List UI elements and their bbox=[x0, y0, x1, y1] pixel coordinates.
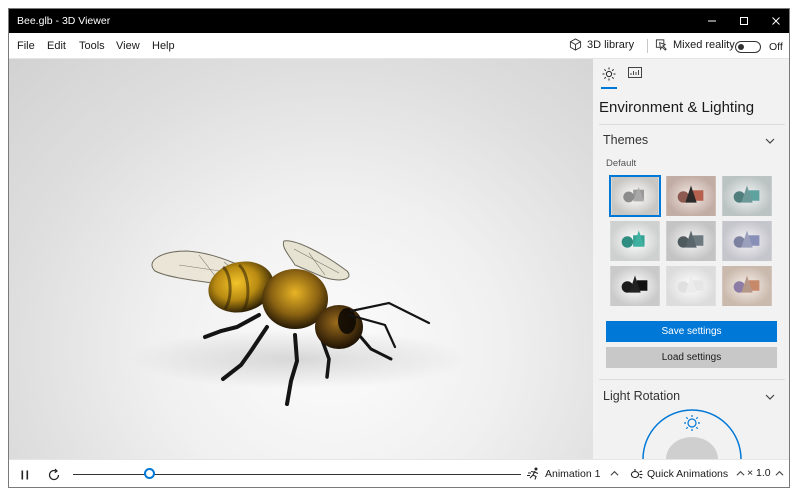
theme-thumbnail[interactable] bbox=[665, 265, 717, 307]
chevron-up-icon bbox=[775, 470, 784, 476]
toggle-knob bbox=[738, 43, 744, 50]
chevron-down-icon[interactable] bbox=[765, 392, 775, 402]
menu-bar: File Edit Tools View Help 3D library Mix… bbox=[9, 33, 789, 59]
quick-animations-icon bbox=[630, 469, 643, 479]
theme-thumbnail[interactable] bbox=[609, 265, 661, 307]
3d-viewport[interactable] bbox=[9, 59, 593, 459]
menu-help[interactable]: Help bbox=[152, 40, 175, 52]
theme-preview-icon bbox=[666, 176, 716, 216]
menu-view[interactable]: View bbox=[116, 40, 140, 52]
theme-preview-icon bbox=[610, 266, 660, 306]
theme-preview-icon bbox=[722, 221, 772, 261]
3d-library-button[interactable]: 3D library bbox=[569, 38, 634, 51]
close-icon bbox=[772, 17, 780, 25]
theme-preview-icon bbox=[666, 266, 716, 306]
app-window: Bee.glb - 3D Viewer File Edit Tools View… bbox=[8, 8, 790, 488]
themes-section-header[interactable]: Themes bbox=[603, 133, 648, 147]
sun-icon bbox=[602, 67, 616, 81]
theme-thumbnail[interactable] bbox=[609, 175, 661, 217]
menu-file[interactable]: File bbox=[17, 40, 35, 52]
sun-icon[interactable] bbox=[684, 415, 700, 431]
tab-stats-shading[interactable] bbox=[627, 67, 643, 89]
menu-divider bbox=[647, 39, 648, 53]
close-button[interactable] bbox=[761, 9, 789, 33]
theme-thumbnail[interactable] bbox=[721, 175, 773, 217]
panel-tabs bbox=[601, 67, 643, 89]
replay-icon[interactable] bbox=[47, 468, 61, 482]
quick-animations-selector[interactable]: Quick Animations bbox=[629, 467, 745, 480]
menu-edit[interactable]: Edit bbox=[47, 40, 66, 52]
theme-thumbnail[interactable] bbox=[721, 220, 773, 262]
playback-speed: × 1.0 bbox=[747, 467, 771, 479]
default-theme-label: Default bbox=[606, 158, 637, 169]
speed-selector[interactable]: × 1.0 bbox=[747, 467, 784, 479]
menu-tools[interactable]: Tools bbox=[79, 40, 105, 52]
minimize-button[interactable] bbox=[697, 9, 727, 33]
bee-model[interactable] bbox=[9, 59, 593, 459]
chevron-up-icon bbox=[736, 470, 745, 476]
load-settings-button[interactable]: Load settings bbox=[606, 347, 777, 368]
stats-grid-icon bbox=[628, 67, 642, 78]
quick-animations-label: Quick Animations bbox=[647, 467, 729, 480]
panel-heading: Environment & Lighting bbox=[599, 99, 755, 116]
title-bar: Bee.glb - 3D Viewer bbox=[9, 9, 789, 33]
pause-icon[interactable] bbox=[19, 469, 31, 481]
3d-library-label: 3D library bbox=[587, 38, 635, 51]
mixed-reality-icon bbox=[655, 39, 667, 51]
mixed-reality-button[interactable]: Mixed reality bbox=[655, 38, 735, 51]
theme-preview-icon bbox=[722, 176, 772, 216]
theme-preview-icon bbox=[666, 221, 716, 261]
window-title: Bee.glb - 3D Viewer bbox=[17, 15, 111, 27]
mixed-reality-toggle[interactable] bbox=[735, 41, 761, 53]
animation-run-icon bbox=[527, 467, 539, 480]
light-rotation-dial[interactable] bbox=[633, 409, 751, 459]
maximize-button[interactable] bbox=[729, 9, 759, 33]
environment-panel: Environment & Lighting Themes Default Sa… bbox=[593, 59, 789, 459]
theme-preview-icon bbox=[722, 266, 772, 306]
maximize-icon bbox=[740, 17, 748, 25]
timeline-thumb[interactable] bbox=[143, 468, 155, 479]
divider bbox=[599, 124, 785, 125]
minimize-icon bbox=[708, 20, 716, 22]
toggle-state-label: Off bbox=[769, 41, 783, 53]
animation-name: Animation 1 bbox=[545, 467, 601, 480]
divider bbox=[599, 379, 785, 380]
tab-environment-lighting[interactable] bbox=[601, 67, 617, 89]
timeline-track[interactable] bbox=[73, 474, 521, 475]
theme-thumbnail[interactable] bbox=[721, 265, 773, 307]
theme-preview-icon bbox=[611, 177, 659, 215]
chevron-up-icon bbox=[610, 470, 619, 476]
theme-thumbnail[interactable] bbox=[665, 220, 717, 262]
cube-icon bbox=[569, 38, 582, 51]
light-rotation-section-header[interactable]: Light Rotation bbox=[603, 389, 680, 403]
animation-bar: Animation 1 Quick Animations × 1.0 bbox=[9, 459, 789, 487]
theme-thumbnail[interactable] bbox=[665, 175, 717, 217]
animation-selector[interactable]: Animation 1 bbox=[527, 467, 619, 480]
mixed-reality-label: Mixed reality bbox=[673, 38, 735, 51]
theme-grid bbox=[609, 175, 773, 307]
theme-thumbnail[interactable] bbox=[609, 220, 661, 262]
save-settings-button[interactable]: Save settings bbox=[606, 321, 777, 342]
theme-preview-icon bbox=[610, 221, 660, 261]
chevron-down-icon[interactable] bbox=[765, 136, 775, 146]
